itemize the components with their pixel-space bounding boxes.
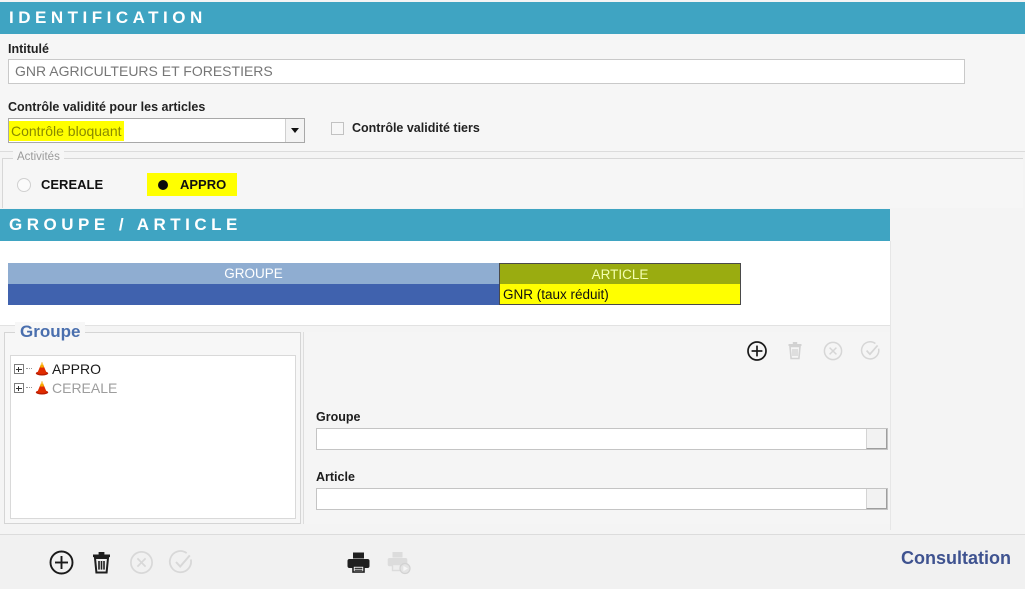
radio-appro-label: APPRO [180,177,226,192]
print-icon[interactable] [345,549,372,576]
tree-item-cereale[interactable]: CEREALE [14,378,295,397]
groupe-article-grid: GROUPE ARTICLE GNR (taux réduit) [8,263,741,305]
identification-panel: Intitulé GNR AGRICULTEURS ET FORESTIERS … [0,34,1025,152]
grid-cell-groupe[interactable] [8,284,499,305]
cancel-icon[interactable] [128,549,155,576]
tree-item-cereale-label: CEREALE [52,380,117,396]
detail-toolbar [746,340,882,362]
controle-validite-selected-value: Contrôle bloquant [9,121,124,141]
panel-divider [890,241,891,530]
trash-icon[interactable] [88,549,115,576]
detail-groupe-label: Groupe [316,410,889,424]
radio-cereale-label: CEREALE [41,177,103,192]
cone-icon [34,380,50,395]
expand-plus-icon[interactable] [14,383,24,393]
tree-item-appro-label: APPRO [52,361,101,377]
radio-cereale-indicator[interactable] [17,178,31,192]
groupe-article-grid-area: GROUPE ARTICLE GNR (taux réduit) [0,241,890,326]
groupe-tree[interactable]: APPRO CEREALE [10,355,296,519]
trash-icon[interactable] [784,340,806,362]
detail-groupe-input[interactable] [316,428,888,450]
print-preview-icon[interactable] [386,549,413,576]
grid-column-header-groupe[interactable]: GROUPE [8,263,499,284]
application-window: IDENTIFICATION Intitulé GNR AGRICULTEURS… [0,0,1025,589]
expand-plus-icon[interactable] [14,364,24,374]
detail-form-panel: Groupe Article [303,332,890,524]
radio-activite-cereale[interactable]: CEREALE [17,177,103,192]
cancel-icon[interactable] [822,340,844,362]
groupe-detail-area: Groupe APPRO [0,326,890,530]
radio-appro-indicator[interactable] [156,178,170,192]
table-row[interactable]: GNR (taux réduit) [8,284,741,305]
section-header-identification: IDENTIFICATION [0,2,1025,34]
activites-legend: Activités [13,151,64,163]
status-label: Consultation [901,548,1011,569]
section-header-groupe-article: GROUPE / ARTICLE [0,209,890,241]
select-value-wrap: Contrôle bloquant [9,119,285,142]
chevron-down-icon[interactable] [285,119,304,142]
grid-cell-article[interactable]: GNR (taux réduit) [499,284,741,305]
controle-validite-tiers-row[interactable]: Contrôle validité tiers [331,121,480,135]
bottom-toolbar: Consultation [0,534,1025,589]
add-icon[interactable] [746,340,768,362]
controle-validite-tiers-checkbox[interactable] [331,122,344,135]
controle-validite-select[interactable]: Contrôle bloquant [8,118,305,143]
groupe-lookup-button[interactable] [866,429,887,449]
bottom-action-group [48,549,195,576]
detail-fields: Groupe Article [316,410,889,530]
tree-item-appro[interactable]: APPRO [14,359,295,378]
groupe-tree-fieldset: Groupe APPRO [4,332,301,524]
validate-icon[interactable] [168,549,195,576]
print-action-group [345,549,413,576]
cone-icon [34,361,50,376]
intitule-label: Intitulé [8,42,49,56]
intitule-input[interactable]: GNR AGRICULTEURS ET FORESTIERS [8,59,965,84]
detail-article-input[interactable] [316,488,888,510]
controle-validite-label: Contrôle validité pour les articles [8,100,205,114]
tree-connector [26,368,32,369]
radio-activite-appro[interactable]: APPRO [147,173,237,196]
activites-fieldset: Activités CEREALE APPRO [2,158,1023,208]
add-icon[interactable] [48,549,75,576]
article-lookup-button[interactable] [866,489,887,509]
controle-validite-tiers-label: Contrôle validité tiers [352,121,480,135]
detail-article-label: Article [316,470,889,484]
tree-connector [26,387,32,388]
grid-column-header-article[interactable]: ARTICLE [499,263,741,284]
groupe-tree-legend: Groupe [15,322,85,342]
grid-header-row: GROUPE ARTICLE [8,263,741,284]
validate-icon[interactable] [860,340,882,362]
